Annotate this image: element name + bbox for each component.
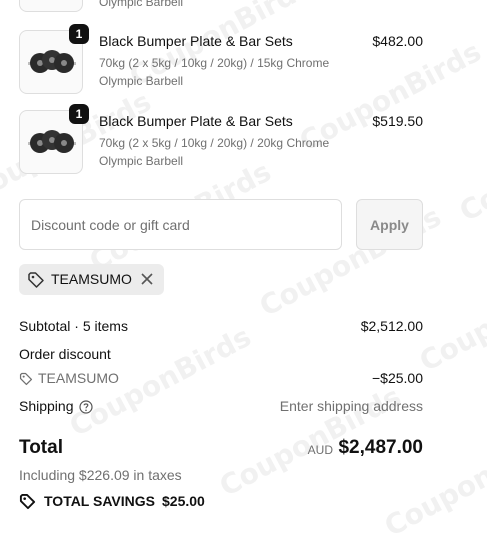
help-icon[interactable] bbox=[79, 400, 93, 414]
discount-code-input[interactable] bbox=[19, 199, 342, 250]
tax-note: Including $226.09 in taxes bbox=[19, 467, 182, 483]
order-discount-label: Order discount bbox=[19, 346, 111, 362]
total-label: Total bbox=[19, 437, 63, 458]
shipping-label: Shipping bbox=[19, 398, 74, 414]
product-variant: 70kg (2 x 5kg / 10kg / 20kg) / 15kg Chro… bbox=[99, 56, 330, 88]
currency-code: AUD bbox=[307, 443, 333, 457]
watermark: CouponBirds bbox=[453, 104, 487, 229]
line-item: 1 Black Bumper Plate & Bar Sets 70kg (2 … bbox=[19, 24, 423, 96]
product-name: Black Bumper Plate & Bar Sets bbox=[99, 33, 293, 49]
subtotal-value: $2,512.00 bbox=[360, 318, 423, 334]
subtotal-label: Subtotal · 5 items bbox=[19, 318, 128, 334]
applied-discount-chip: TEAMSUMO bbox=[19, 264, 164, 295]
total-savings-value: $25.00 bbox=[162, 493, 205, 509]
product-price: $519.50 bbox=[372, 113, 423, 129]
partial-product-variant: Olympic Barbell bbox=[99, 0, 184, 9]
remove-discount-icon[interactable] bbox=[140, 272, 154, 286]
watermark: CouponBirds bbox=[413, 254, 487, 379]
product-variant: 70kg (2 x 5kg / 10kg / 20kg) / 20kg Chro… bbox=[99, 136, 330, 168]
line-item: 1 Black Bumper Plate & Bar Sets 70kg (2 … bbox=[19, 104, 423, 176]
product-price: $482.00 bbox=[372, 33, 423, 49]
partial-product-thumb bbox=[19, 0, 83, 12]
applied-discount-code: TEAMSUMO bbox=[51, 271, 132, 287]
quantity-badge: 1 bbox=[69, 24, 89, 44]
discount-value: −$25.00 bbox=[372, 370, 423, 386]
shipping-value: Enter shipping address bbox=[279, 398, 423, 414]
barbell-plates-image bbox=[28, 130, 76, 153]
total-savings-label: TOTAL SAVINGS bbox=[44, 493, 155, 509]
discount-code-label: TEAMSUMO bbox=[38, 370, 119, 386]
apply-discount-button[interactable]: Apply bbox=[356, 199, 423, 250]
quantity-badge: 1 bbox=[69, 104, 89, 124]
tag-icon bbox=[19, 372, 33, 386]
tag-icon bbox=[28, 272, 44, 288]
barbell-plates-image bbox=[28, 50, 76, 73]
total-value: $2,487.00 bbox=[338, 437, 423, 458]
tag-icon bbox=[19, 493, 36, 510]
product-name: Black Bumper Plate & Bar Sets bbox=[99, 113, 293, 129]
